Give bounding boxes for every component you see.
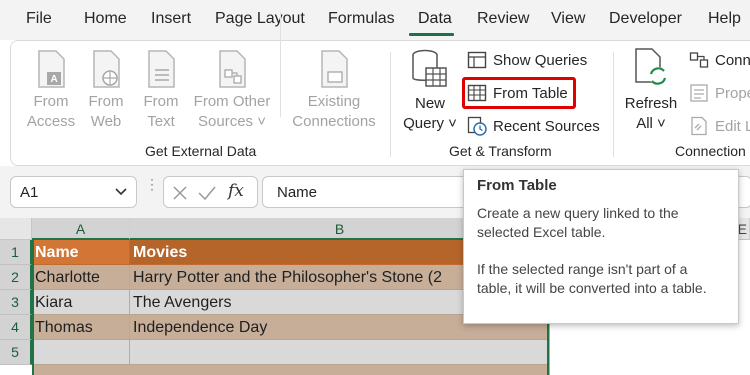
refresh-all-line2: All ˅ <box>636 115 666 132</box>
from-access-button[interactable]: A From Access <box>24 50 78 132</box>
tab-data[interactable]: Data <box>418 10 452 28</box>
column-header-a[interactable]: A <box>32 218 130 240</box>
formula-bar-grip[interactable]: ⋮ <box>145 177 159 191</box>
row-header-3[interactable]: 3 <box>0 290 32 315</box>
tooltip-body-1: Create a new query linked to the selecte… <box>477 205 679 240</box>
cancel-icon[interactable] <box>171 184 189 202</box>
other-sources-icon <box>219 50 246 88</box>
tooltip-body-2: If the selected range isn't part of a ta… <box>477 261 707 296</box>
from-web-button[interactable]: From Web <box>82 50 130 132</box>
from-table-tooltip: From Table Create a new query linked to … <box>463 169 739 324</box>
from-access-line2: Access <box>26 113 76 130</box>
from-table-label: From Table <box>493 84 568 102</box>
from-table-button[interactable]: From Table <box>467 83 568 103</box>
enter-check-icon[interactable] <box>197 184 217 202</box>
insert-function-icon[interactable]: fx <box>228 181 244 201</box>
show-queries-label: Show Queries <box>493 51 588 69</box>
tab-review[interactable]: Review <box>477 10 529 28</box>
properties-icon <box>690 84 708 102</box>
tab-formulas[interactable]: Formulas <box>328 10 395 28</box>
new-query-line1: New <box>414 95 445 112</box>
row-header-2[interactable]: 2 <box>0 265 32 290</box>
connections-icon <box>689 52 709 68</box>
new-query-line2: Query ˅ <box>403 115 457 132</box>
group-separator <box>280 12 281 117</box>
new-query-button[interactable]: New Query ˅ <box>398 48 462 134</box>
properties-button[interactable]: Prope <box>689 83 750 103</box>
group-separator <box>390 52 391 157</box>
show-queries-button[interactable]: Show Queries <box>467 50 587 70</box>
chevron-down-icon <box>115 188 127 196</box>
from-web-line2: Web <box>90 113 122 130</box>
group-separator <box>613 52 614 157</box>
tab-view[interactable]: View <box>551 10 585 28</box>
tab-insert[interactable]: Insert <box>151 10 191 28</box>
tab-home[interactable]: Home <box>84 10 127 28</box>
row-header-1[interactable]: 1 <box>0 240 32 265</box>
existing-connections-line2: Connections <box>292 113 376 130</box>
edit-links-button[interactable]: Edit L <box>689 116 750 136</box>
connections-group-label: Connection <box>675 143 746 159</box>
from-text-button[interactable]: From Text <box>137 50 185 132</box>
from-other-sources-line1: From Other <box>193 93 271 110</box>
svg-text:A: A <box>51 74 58 85</box>
active-tab-indicator <box>409 33 454 36</box>
recent-sources-icon <box>467 116 487 136</box>
edit-links-label: Edit L <box>715 117 750 135</box>
tab-developer[interactable]: Developer <box>609 10 682 28</box>
formula-value: Name <box>277 184 318 201</box>
from-text-line1: From <box>143 93 179 110</box>
recent-sources-button[interactable]: Recent Sources <box>467 116 600 136</box>
access-file-icon: A <box>38 50 65 88</box>
from-web-line1: From <box>88 93 124 110</box>
refresh-all-icon <box>635 48 667 85</box>
web-file-icon <box>93 50 120 88</box>
connections-button[interactable]: Conn <box>689 50 750 70</box>
select-all-corner[interactable] <box>0 218 32 240</box>
from-table-icon <box>467 84 487 102</box>
from-text-line2: Text <box>147 113 175 130</box>
row-header-5[interactable]: 5 <box>0 340 32 365</box>
show-queries-icon <box>467 51 487 69</box>
menu-bar: File Home Insert Page Layout Formulas Da… <box>0 0 750 40</box>
tab-file[interactable]: File <box>26 10 52 28</box>
tab-help[interactable]: Help <box>708 10 741 28</box>
new-query-icon <box>412 49 447 87</box>
text-file-icon <box>148 50 175 88</box>
name-box[interactable]: A1 <box>10 176 137 208</box>
tab-page-layout[interactable]: Page Layout <box>215 10 305 28</box>
get-external-data-label: Get External Data <box>145 143 257 159</box>
existing-connections-line1: Existing <box>307 93 361 110</box>
tooltip-title: From Table <box>477 177 557 194</box>
refresh-all-button[interactable]: Refresh All ˅ <box>620 48 682 134</box>
get-transform-label: Get & Transform <box>449 143 552 159</box>
formula-controls: fx <box>163 176 258 208</box>
name-box-value: A1 <box>20 184 39 201</box>
properties-label: Prope <box>715 84 750 102</box>
from-other-sources-line2: Sources ˅ <box>198 113 266 130</box>
existing-connections-button[interactable]: Existing Connections <box>288 50 380 132</box>
recent-sources-label: Recent Sources <box>493 117 600 135</box>
from-other-sources-button[interactable]: From Other Sources ˅ <box>190 50 274 132</box>
refresh-all-line1: Refresh <box>624 95 678 112</box>
existing-connections-icon <box>321 50 348 88</box>
row-header-4[interactable]: 4 <box>0 315 32 340</box>
from-access-line1: From <box>33 93 69 110</box>
edit-links-icon <box>691 116 707 136</box>
connections-label: Conn <box>715 51 750 69</box>
